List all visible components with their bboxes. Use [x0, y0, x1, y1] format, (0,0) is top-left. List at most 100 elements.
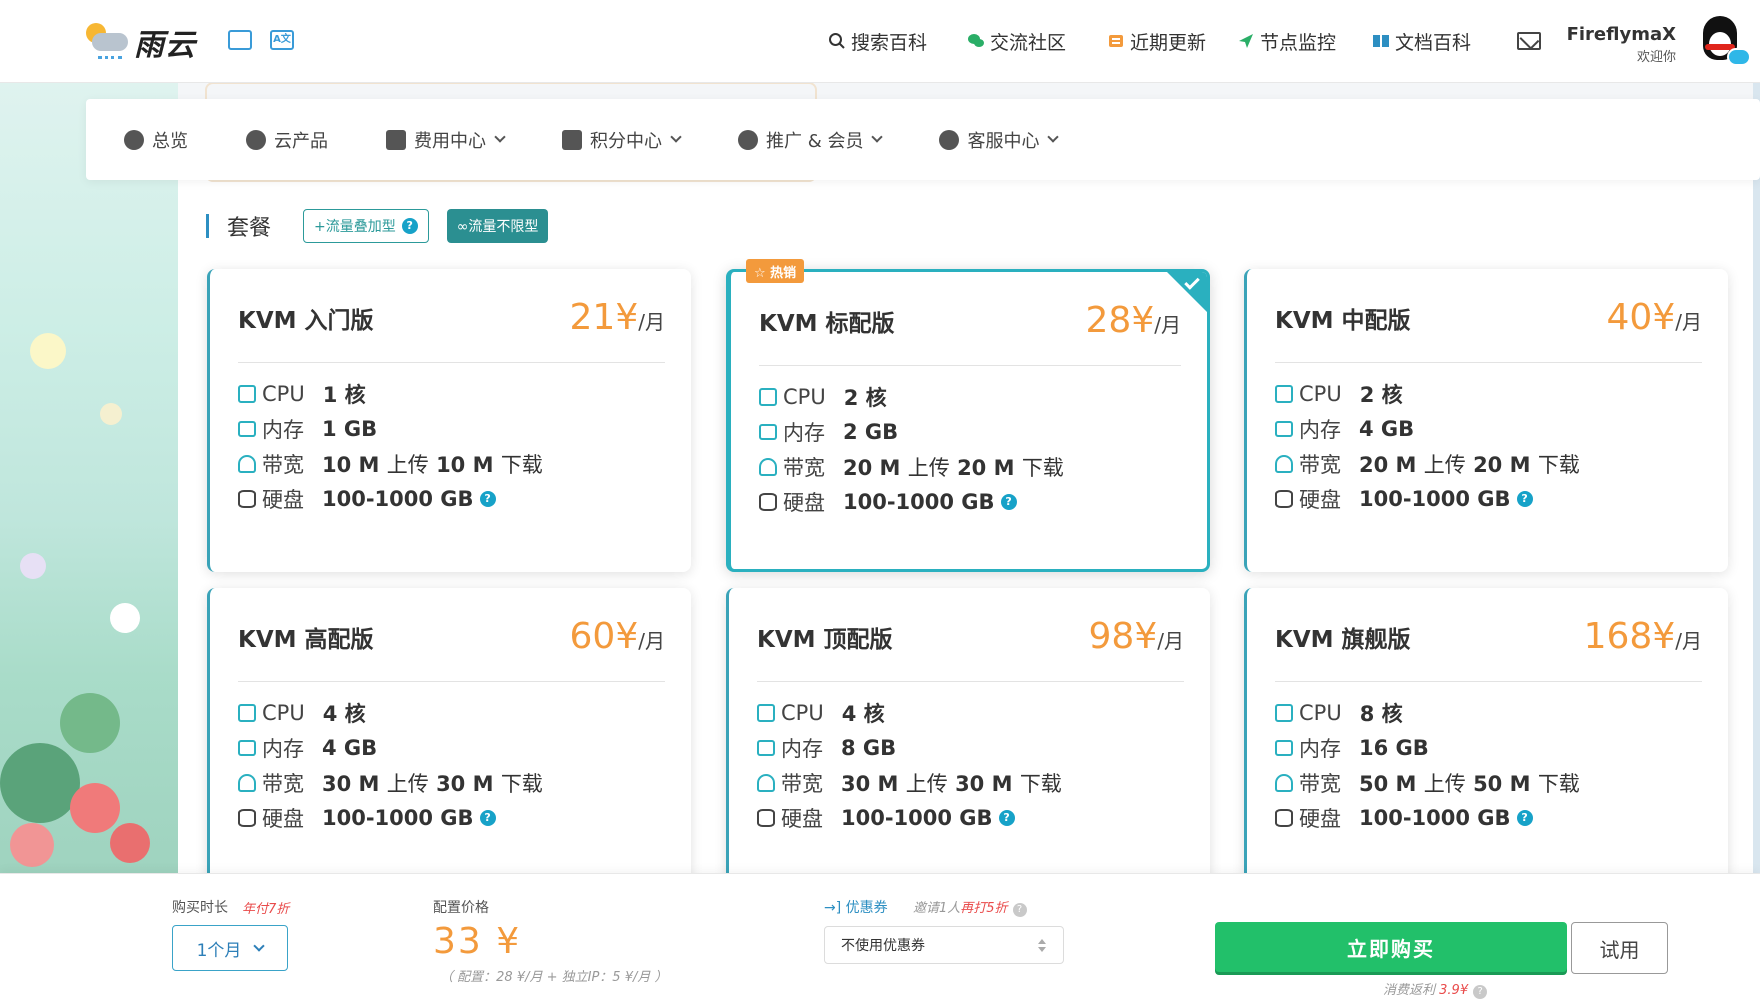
- bw-down: 30 M: [955, 772, 1013, 796]
- spec-row-cpu: CPU 4 核: [757, 698, 885, 728]
- spec-value: 4 GB: [1359, 417, 1415, 441]
- trial-button[interactable]: 试用: [1571, 922, 1668, 974]
- help-icon[interactable]: ?: [1516, 491, 1533, 507]
- subnav-label: 总览: [152, 130, 188, 152]
- spec-row-bw: 带宽 20 M 上传 20 M 下载: [1275, 449, 1580, 479]
- section-header: 套餐 +流量叠加型 ? ∞流量不限型: [206, 209, 566, 243]
- help-icon[interactable]: ?: [1000, 494, 1017, 510]
- subnav-referral[interactable]: 推广 & 会员: [738, 127, 884, 153]
- help-icon[interactable]: ?: [1473, 985, 1488, 999]
- spec-label: 硬盘: [783, 491, 825, 515]
- user-name[interactable]: FireflymaX: [1567, 24, 1676, 45]
- spec-value: 2 核: [843, 386, 887, 410]
- spec-label: 内存: [262, 418, 304, 442]
- topnav-updates[interactable]: 近期更新: [1107, 26, 1206, 56]
- disk-value: 100-1000 GB: [1359, 487, 1511, 511]
- plan-card[interactable]: KVM 入门版 21 ¥/月 CPU 1 核 内存 1 GB 带宽 10 M 上传…: [207, 269, 691, 572]
- card-divider: [759, 365, 1181, 366]
- bw-up: 10 M: [322, 453, 380, 477]
- card-divider: [1275, 681, 1702, 682]
- plan-price-period: /月: [1157, 629, 1184, 653]
- translate-icon[interactable]: A文: [270, 30, 294, 50]
- invite-prefix: 邀请1人: [913, 901, 961, 916]
- filter-traffic-addon[interactable]: +流量叠加型 ?: [303, 209, 429, 243]
- plan-price-value: 28: [1085, 300, 1132, 341]
- logo-text: 雨云: [134, 28, 196, 63]
- spec-value: 20 M 上传 20 M 下载: [1359, 449, 1580, 479]
- right-edge-strip: [1753, 83, 1760, 873]
- subnav-label: 推广 & 会员: [766, 130, 864, 152]
- help-icon[interactable]: ?: [1012, 903, 1027, 917]
- help-icon[interactable]: ?: [1516, 810, 1533, 826]
- plan-price-period: /月: [638, 629, 665, 653]
- spec-value: 100-1000 GB: [1359, 806, 1511, 830]
- bw-up: 30 M: [322, 772, 380, 796]
- spec-row-disk: 硬盘 100-1000 GB?: [1275, 803, 1533, 833]
- plan-card[interactable]: KVM 高配版 60 ¥/月 CPU 4 核 内存 4 GB 带宽 30 M 上传…: [207, 588, 691, 891]
- select-arrows-icon: [1037, 938, 1047, 954]
- spec-label: 带宽: [262, 453, 304, 477]
- decorative-flower-background: [0, 83, 178, 873]
- plan-card[interactable]: KVM 标配版 28 ¥/月 CPU 2 核 内存 2 GB 带宽 20 M 上传…: [726, 269, 1210, 572]
- help-icon[interactable]: ?: [479, 491, 496, 507]
- plan-card[interactable]: KVM 顶配版 98 ¥/月 CPU 4 核 内存 8 GB 带宽 30 M 上传…: [726, 588, 1210, 891]
- filter-unlimited-traffic[interactable]: ∞流量不限型: [446, 209, 549, 243]
- spec-value: 30 M 上传 30 M 下载: [322, 768, 543, 798]
- plan-card[interactable]: KVM 中配版 40 ¥/月 CPU 2 核 内存 4 GB 带宽 20 M 上传…: [1244, 269, 1728, 572]
- spec-value: 100-1000 GB: [322, 487, 474, 511]
- subnav-points[interactable]: 积分中心: [562, 127, 682, 153]
- news-icon: [1109, 35, 1123, 47]
- spec-value: 4 核: [841, 702, 885, 726]
- duration-select[interactable]: 1个月: [172, 925, 288, 971]
- spec-value: 2 GB: [843, 420, 899, 444]
- topnav-docs[interactable]: 文档百科: [1372, 26, 1471, 56]
- image-icon[interactable]: [228, 30, 252, 50]
- chevron-down-icon: [1047, 131, 1060, 143]
- disk-value: 100-1000 GB: [1359, 806, 1511, 830]
- bw-down-label: 下载: [1537, 453, 1580, 477]
- logo[interactable]: 雨云: [84, 20, 196, 64]
- plan-price-value: 21: [569, 297, 616, 338]
- invite-note: 邀请1人再打5折?: [913, 897, 1027, 917]
- headset-icon: [939, 129, 960, 150]
- spec-row-disk: 硬盘 100-1000 GB?: [757, 803, 1015, 833]
- plan-price-currency: ¥: [1652, 297, 1676, 338]
- spec-value: 100-1000 GB: [843, 490, 995, 514]
- price-label: 配置价格: [433, 900, 489, 916]
- spec-value: 30 M 上传 30 M 下载: [841, 768, 1062, 798]
- help-icon[interactable]: ?: [401, 218, 418, 234]
- upload-cloud-icon: [757, 774, 775, 792]
- topnav-monitor[interactable]: 节点监控: [1237, 26, 1336, 56]
- price-detail: （ 配置：28 ¥/月 + 独立IP：5 ¥/月 ）: [440, 970, 668, 985]
- spec-row-cpu: CPU 2 核: [759, 382, 887, 412]
- avatar[interactable]: [1697, 14, 1751, 70]
- topnav-community[interactable]: 交流社区: [967, 26, 1066, 56]
- spec-label: CPU: [262, 382, 305, 406]
- coupon-select[interactable]: 不使用优惠券: [824, 926, 1064, 964]
- subnav-overview[interactable]: 总览: [124, 127, 188, 153]
- bw-down: 20 M: [957, 456, 1015, 480]
- mail-icon[interactable]: [1517, 32, 1541, 50]
- duration-label: 购买时长: [172, 900, 228, 916]
- gift-icon: [562, 129, 582, 150]
- spec-label: CPU: [783, 385, 826, 409]
- help-icon[interactable]: ?: [479, 810, 496, 826]
- help-icon[interactable]: ?: [998, 810, 1015, 826]
- plan-card[interactable]: KVM 旗舰版 168 ¥/月 CPU 8 核 内存 16 GB 带宽 50 M …: [1244, 588, 1728, 891]
- subnav-billing[interactable]: 费用中心: [386, 127, 506, 153]
- bw-up-label: 上传: [907, 456, 950, 480]
- subnav-products[interactable]: 云产品: [246, 127, 328, 153]
- bw-down-label: 下载: [1021, 456, 1064, 480]
- topnav-search[interactable]: 搜索百科: [828, 26, 927, 56]
- spec-row-mem: 内存 4 GB: [238, 733, 377, 763]
- buy-now-button[interactable]: 立即购买: [1215, 922, 1567, 972]
- card-divider: [238, 362, 665, 363]
- subnav-support[interactable]: 客服中心: [939, 127, 1060, 153]
- spec-row-bw: 带宽 30 M 上传 30 M 下载: [238, 768, 543, 798]
- card-divider: [1275, 362, 1702, 363]
- plan-price-currency: ¥: [1134, 616, 1158, 657]
- bw-up-label: 上传: [1423, 453, 1466, 477]
- cpu-icon: [759, 388, 777, 406]
- spec-value: 100-1000 GB: [841, 806, 993, 830]
- bw-down-label: 下载: [1019, 772, 1062, 796]
